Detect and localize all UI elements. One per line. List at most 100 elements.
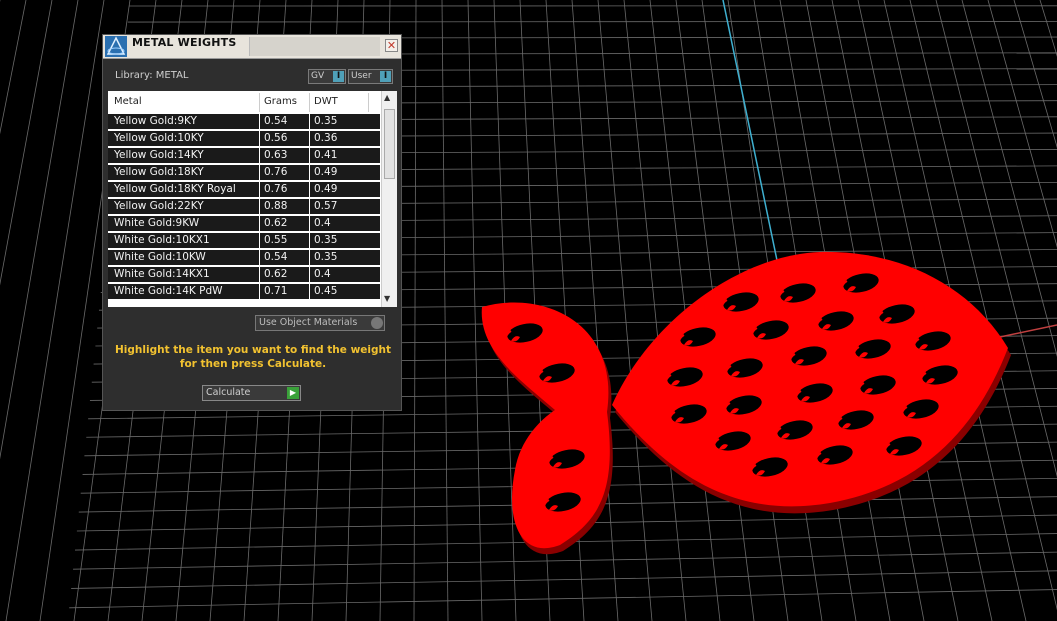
cell-divider (259, 148, 260, 164)
grid-line (0, 0, 27, 135)
table-row[interactable]: White Gold:14K PdW 0.71 0.45 (108, 284, 380, 300)
table-row[interactable]: White Gold:14KX1 0.62 0.4 (108, 267, 380, 283)
table-header: Metal Grams DWT (108, 91, 380, 114)
dwt-cell: 0.57 (314, 200, 338, 212)
instruction-text: Highlight the item you want to find the … (113, 343, 393, 371)
grams-cell: 0.56 (264, 132, 288, 144)
table-row[interactable]: Yellow Gold:14KY 0.63 0.41 (108, 148, 380, 164)
table-row[interactable]: Yellow Gold:18KY 0.76 0.49 (108, 165, 380, 181)
grams-cell: 0.54 (264, 115, 288, 127)
dwt-cell: 0.49 (314, 183, 338, 195)
grid-line (71, 570, 1057, 589)
table-row[interactable]: Yellow Gold:10KY 0.56 0.36 (108, 131, 380, 147)
grid-line (413, 0, 417, 621)
metal-name-cell: Yellow Gold:9KY (114, 115, 197, 127)
close-icon[interactable]: ✕ (385, 39, 398, 52)
cell-divider (309, 114, 310, 130)
metal-name-cell: White Gold:14K PdW (114, 285, 223, 297)
grams-cell: 0.71 (264, 285, 288, 297)
column-separator[interactable] (309, 93, 310, 112)
table-row[interactable]: White Gold:10KX1 0.55 0.35 (108, 233, 380, 249)
column-separator[interactable] (259, 93, 260, 112)
grid-line (597, 0, 653, 621)
user-indicator: I (380, 71, 391, 82)
grams-cell: 0.54 (264, 251, 288, 263)
instruction-line-1: Highlight the item you want to find the … (115, 344, 391, 356)
metal-name-cell: Yellow Gold:10KY (114, 132, 204, 144)
library-label: Library: METAL (115, 70, 189, 81)
cell-divider (259, 182, 260, 198)
table-row[interactable]: Yellow Gold:22KY 0.88 0.57 (108, 199, 380, 215)
cell-divider (309, 284, 310, 300)
cell-divider (259, 233, 260, 249)
fish-pendant-model[interactable] (481, 251, 1011, 555)
metal-name-cell: Yellow Gold:22KY (114, 200, 204, 212)
grams-cell: 0.63 (264, 149, 288, 161)
grid-line (69, 589, 1057, 609)
dialog-titlebar[interactable]: METAL WEIGHTS ✕ (103, 35, 401, 59)
grams-cell: 0.76 (264, 166, 288, 178)
cell-divider (259, 131, 260, 147)
cell-divider (309, 199, 310, 215)
grid-line (0, 0, 79, 460)
titlebar-filler (249, 37, 380, 56)
grams-cell: 0.76 (264, 183, 288, 195)
scroll-down-arrow-icon[interactable]: ▼ (384, 294, 390, 303)
grid-line (73, 551, 1057, 570)
grid-line (467, 0, 483, 621)
grid-line (1039, 0, 1057, 57)
materials-dropdown-value: Use Object Materials (259, 317, 358, 328)
cell-divider (309, 216, 310, 232)
grid-line (127, 20, 1057, 23)
cell-divider (309, 267, 310, 283)
calculate-label: Calculate (206, 387, 251, 398)
dwt-cell: 0.36 (314, 132, 338, 144)
instruction-line-2: for then press Calculate. (179, 358, 327, 370)
metal-name-cell: White Gold:10KX1 (114, 234, 210, 246)
dwt-cell: 0.35 (314, 115, 338, 127)
app-logo-icon (105, 36, 127, 57)
cell-divider (259, 216, 260, 232)
dropdown-toggle-icon[interactable] (371, 317, 383, 329)
column-separator[interactable] (368, 93, 369, 112)
cell-divider (309, 148, 310, 164)
table-row[interactable]: Yellow Gold:18KY Royal 0.76 0.49 (108, 182, 380, 198)
user-mode-label: User (351, 71, 372, 81)
cell-divider (259, 284, 260, 300)
grams-cell: 0.62 (264, 217, 288, 229)
dwt-cell: 0.35 (314, 251, 338, 263)
table-row[interactable]: White Gold:10KW 0.54 0.35 (108, 250, 380, 266)
grid-line (1013, 0, 1057, 149)
cell-divider (259, 250, 260, 266)
gv-mode-button[interactable]: GV I (308, 69, 346, 84)
grid-line (623, 0, 687, 621)
dialog-title: METAL WEIGHTS (132, 36, 237, 49)
column-header-grams[interactable]: Grams (264, 96, 297, 107)
metal-name-cell: White Gold:14KX1 (114, 268, 210, 280)
metal-weights-table: Metal Grams DWT Yellow Gold:9KY 0.54 0.35 Y… (108, 91, 397, 307)
scroll-up-arrow-icon[interactable]: ▲ (384, 93, 390, 102)
calculate-button[interactable]: Calculate ▶ (202, 385, 301, 401)
grams-cell: 0.88 (264, 200, 288, 212)
play-icon[interactable]: ▶ (287, 387, 299, 399)
grid-line (5, 0, 105, 621)
grams-cell: 0.62 (264, 268, 288, 280)
materials-dropdown[interactable]: Use Object Materials (255, 315, 385, 331)
dwt-cell: 0.45 (314, 285, 338, 297)
column-header-dwt[interactable]: DWT (314, 96, 338, 107)
metal-weights-dialog: METAL WEIGHTS ✕ Library: METAL GV I User… (102, 34, 402, 411)
column-header-metal[interactable]: Metal (114, 96, 142, 107)
table-scrollbar[interactable]: ▲ ▼ (381, 91, 397, 307)
scroll-thumb[interactable] (384, 109, 395, 179)
table-row[interactable]: White Gold:9KW 0.62 0.4 (108, 216, 380, 232)
gv-indicator: I (333, 71, 344, 82)
cell-divider (259, 165, 260, 181)
dwt-cell: 0.49 (314, 166, 338, 178)
dwt-cell: 0.41 (314, 149, 338, 161)
cell-divider (309, 165, 310, 181)
cell-divider (259, 267, 260, 283)
metal-name-cell: White Gold:9KW (114, 217, 200, 229)
table-row[interactable]: Yellow Gold:9KY 0.54 0.35 (108, 114, 380, 130)
metal-name-cell: Yellow Gold:14KY (114, 149, 204, 161)
user-mode-button[interactable]: User I (348, 69, 393, 84)
